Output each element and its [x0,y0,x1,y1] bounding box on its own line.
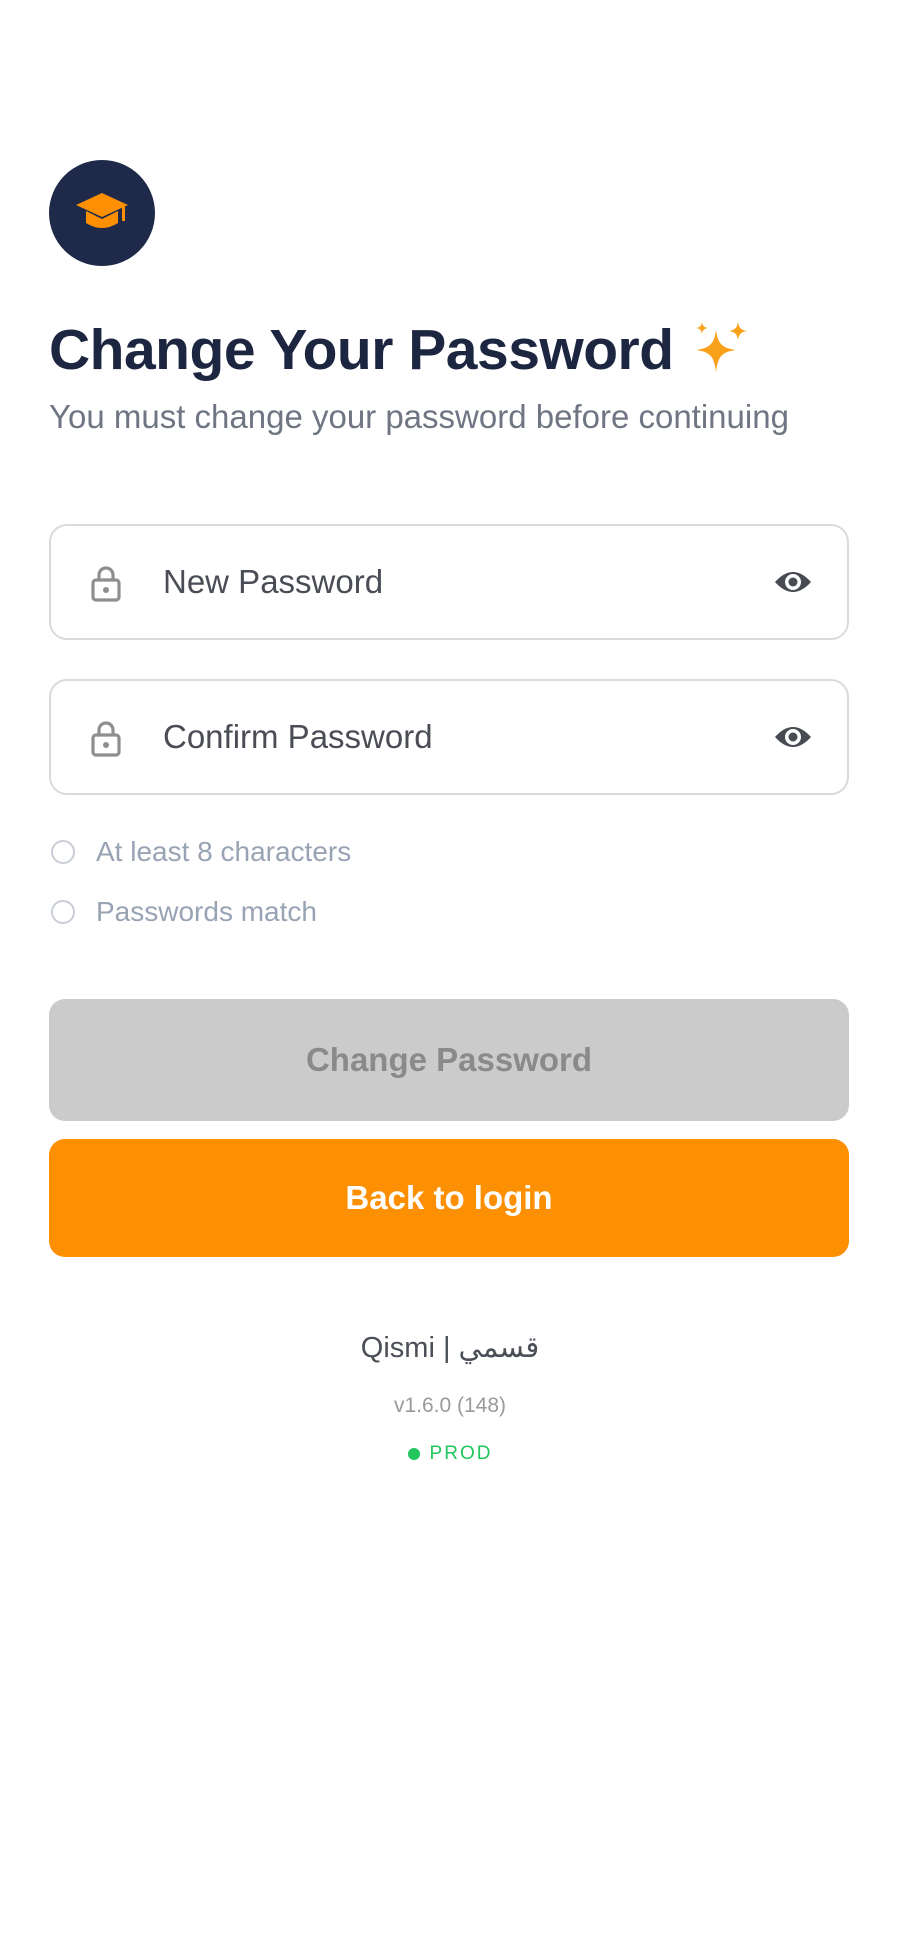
status-dot-icon [407,1448,420,1460]
confirm-password-input[interactable] [163,681,783,793]
eye-icon[interactable] [773,723,813,751]
new-password-input[interactable] [163,526,783,638]
footer-brand: Qismi | قسمي [360,1332,540,1364]
page-title-text: Change Your Password [49,318,674,382]
graduation-cap-icon [76,193,128,228]
sparkles-icon [690,320,750,380]
change-password-button[interactable]: Change Password [49,999,849,1121]
requirement-status-icon [51,900,75,924]
requirement-min-length: At least 8 characters [51,836,351,868]
app-version: v1.6.0 (148) [393,1394,507,1417]
page-title: Change Your Password [49,310,750,390]
eye-icon[interactable] [773,568,813,596]
requirement-label: At least 8 characters [96,836,352,867]
back-to-login-button[interactable]: Back to login [49,1139,849,1257]
lock-icon [91,566,121,602]
new-password-field[interactable] [49,524,849,640]
requirement-passwords-match: Passwords match [51,896,317,928]
app-logo [49,160,155,266]
page-subtitle: You must change your password before con… [49,398,789,435]
confirm-password-field[interactable] [49,679,849,795]
requirement-status-icon [51,840,75,864]
requirement-label: Passwords match [96,896,317,927]
environment-badge: PROD [0,1443,900,1465]
environment-label: PROD [429,1443,493,1464]
lock-icon [91,721,121,757]
